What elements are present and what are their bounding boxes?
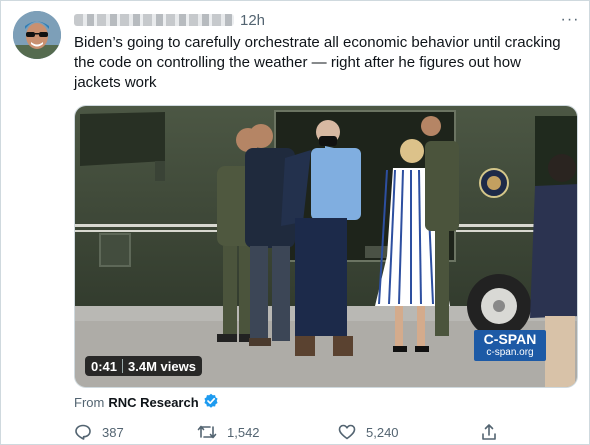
user-avatar[interactable] xyxy=(13,11,61,59)
source-account-link[interactable]: RNC Research xyxy=(108,395,198,410)
cspan-watermark: C-SPAN c-span.org xyxy=(474,330,546,361)
attribution-prefix: From xyxy=(74,394,105,410)
cspan-watermark-top: C-SPAN xyxy=(483,331,537,347)
like-button[interactable]: 5,240 xyxy=(338,421,399,443)
retweet-icon xyxy=(197,425,217,439)
video-stats-badge: 0:41 3.4M views xyxy=(85,356,202,376)
reply-button[interactable]: 387 xyxy=(74,421,124,443)
like-count: 5,240 xyxy=(366,424,399,440)
verified-badge-icon xyxy=(203,393,219,412)
tweet-header: 12h xyxy=(74,11,265,29)
tweet-actions-bar: 387 1,542 5,240 xyxy=(74,421,504,443)
source-attribution: From RNC Research xyxy=(74,393,219,411)
reply-icon xyxy=(75,424,91,440)
blurred-username[interactable] xyxy=(74,14,234,26)
video-views: 3.4M views xyxy=(128,358,196,374)
share-button[interactable] xyxy=(480,421,498,443)
badge-divider xyxy=(122,359,124,373)
tweet-text: Biden’s going to carefully orchestrate a… xyxy=(74,34,561,91)
share-icon xyxy=(482,424,496,440)
more-dots-icon[interactable]: ··· xyxy=(560,11,580,28)
video-duration: 0:41 xyxy=(91,358,118,374)
retweet-button[interactable]: 1,542 xyxy=(197,421,260,443)
tweet-timestamp[interactable]: 12h xyxy=(240,12,265,29)
reply-count: 387 xyxy=(102,424,124,440)
heart-icon xyxy=(338,424,356,440)
cspan-watermark-bottom: c-span.org xyxy=(486,347,534,358)
retweet-count: 1,542 xyxy=(227,424,260,440)
